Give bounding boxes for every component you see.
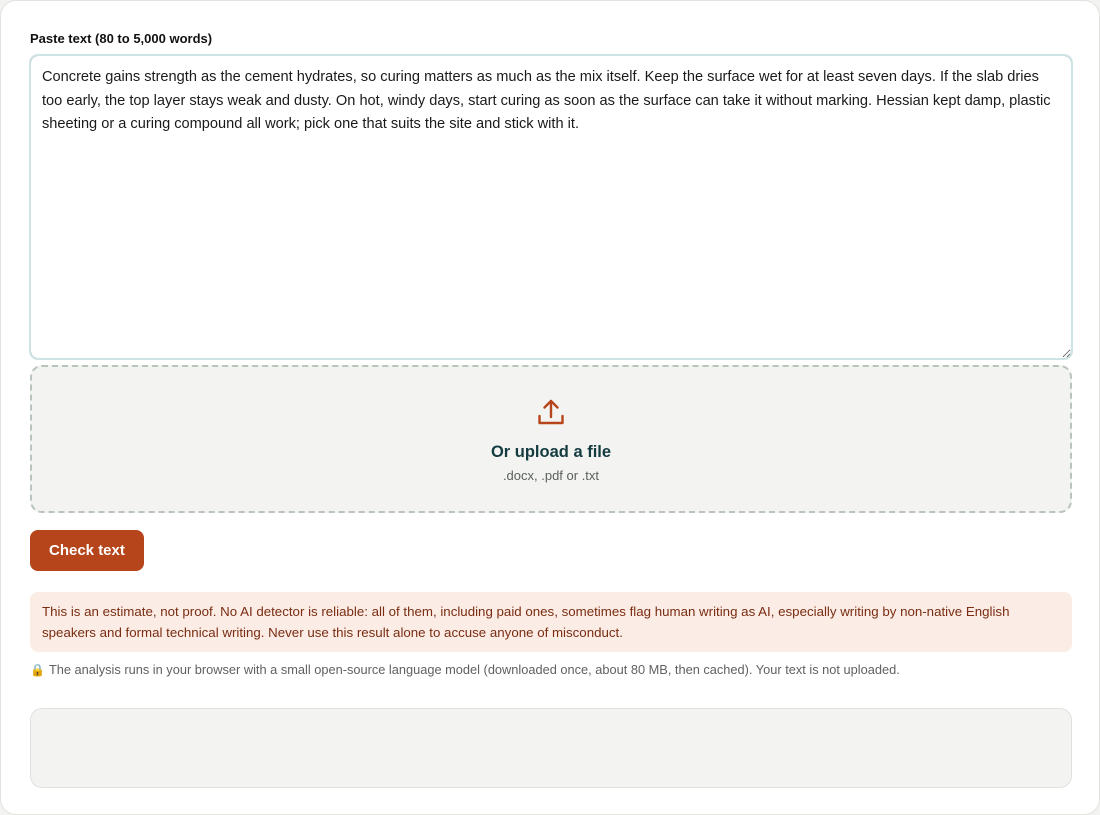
text-input[interactable]: Concrete gains strength as the cement hy… [29, 54, 1073, 360]
text-input-label: Paste text (80 to 5,000 words) [30, 31, 213, 46]
privacy-note: 🔒 The analysis runs in your browser with … [30, 661, 1070, 679]
privacy-text: The analysis runs in your browser with a… [48, 662, 900, 677]
checker-card: Paste text (80 to 5,000 words) Concrete … [0, 0, 1100, 815]
file-upload-dropzone[interactable]: Or upload a file .docx, .pdf or .txt [30, 365, 1072, 513]
upload-icon [536, 397, 566, 427]
check-text-button[interactable]: Check text [30, 530, 144, 571]
reliability-warning: This is an estimate, not proof. No AI de… [30, 592, 1072, 652]
upload-formats: .docx, .pdf or .txt [502, 468, 600, 483]
upload-title: Or upload a file [490, 443, 612, 461]
result-panel [30, 708, 1072, 788]
lock-icon: 🔒 [30, 663, 45, 677]
